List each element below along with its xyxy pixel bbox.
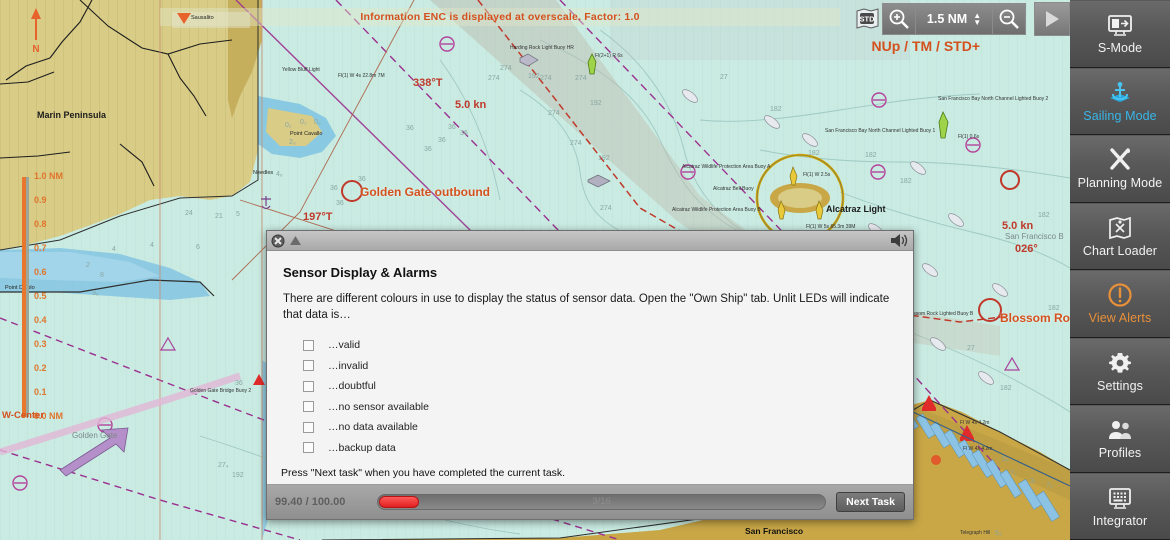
w-center-label: W-Center <box>2 410 44 421</box>
task-dialog[interactable]: Sensor Display & Alarms There are differ… <box>266 230 914 520</box>
dialog-title: Sensor Display & Alarms <box>283 265 897 280</box>
scale-ruler-tick: 0.2 <box>34 363 47 373</box>
scale-ruler-tick: 0.6 <box>34 267 47 277</box>
speaker-icon[interactable] <box>889 233 909 248</box>
scale-ruler-tick: 0.7 <box>34 243 47 253</box>
dialog-hint-text: Press "Next task" when you have complete… <box>267 465 913 485</box>
scale-ruler-tick: 1.0 NM <box>34 171 63 181</box>
sidebar-item-settings[interactable]: Settings <box>1070 338 1170 406</box>
checklist-label: …backup data <box>328 442 396 454</box>
alert-exclamation-icon <box>1107 282 1133 308</box>
dialog-description: There are different colours in use to di… <box>283 292 897 323</box>
sidebar-item-integrator[interactable]: Integrator <box>1070 473 1170 540</box>
ecdis-application: Information ENC is displayed at overscal… <box>0 0 1170 540</box>
orientation-mode-label: NUp / TM / STD+ <box>872 38 981 54</box>
checklist-row[interactable]: …no sensor available <box>283 401 897 413</box>
sidebar-item-label: Integrator <box>1093 514 1148 528</box>
profiles-people-icon <box>1107 417 1133 443</box>
dialog-footer: 99.40 / 100.00 3/16 Next Task <box>267 485 913 519</box>
checkbox[interactable] <box>303 422 314 433</box>
scale-ruler-tick: 0.8 <box>34 219 47 229</box>
sensor-status-checklist: …valid …invalid …doubtful …no sensor availa… <box>283 339 897 454</box>
checklist-label: …valid <box>328 339 360 351</box>
zoom-in-button[interactable] <box>882 3 916 35</box>
scale-ruler-bar-grey <box>26 177 29 417</box>
progress-step-text: 3/16 <box>378 495 825 509</box>
scale-ruler-tick: 0.5 <box>34 291 47 301</box>
north-arrow-icon: N <box>28 8 44 59</box>
s-mode-monitor-icon <box>1107 12 1133 38</box>
chart-loader-map-icon <box>1107 215 1133 241</box>
checklist-label: …no sensor available <box>328 401 429 413</box>
checklist-label: …doubtful <box>328 380 376 392</box>
sidebar-item-chart-loader[interactable]: Chart Loader <box>1070 203 1170 271</box>
sidebar-item-label: Chart Loader <box>1083 244 1157 258</box>
scale-ruler-tick: 0.4 <box>34 315 47 325</box>
gear-icon <box>1107 350 1133 376</box>
triangle-up-icon[interactable] <box>289 234 302 247</box>
sidebar-item-label: View Alerts <box>1089 311 1152 325</box>
checklist-row[interactable]: …valid <box>283 339 897 351</box>
scale-ruler-tick: 0.3 <box>34 339 47 349</box>
right-sidebar: S-Mode Sailing Mode Planning Mode Chart Loa… <box>1070 0 1170 540</box>
close-circle-x-icon[interactable] <box>271 234 285 248</box>
sidebar-item-label: Planning Mode <box>1078 176 1163 190</box>
sidebar-item-sailing-mode[interactable]: Sailing Mode <box>1070 68 1170 136</box>
planning-tools-icon <box>1107 147 1133 173</box>
checkbox[interactable] <box>303 360 314 371</box>
checklist-row[interactable]: …backup data <box>283 442 897 454</box>
chart-toolbar: STD 1.5 NM ▲▼ <box>852 2 1070 36</box>
chart-scale-selector[interactable]: 1.5 NM ▲▼ <box>916 3 992 35</box>
sidebar-item-label: Settings <box>1097 379 1143 393</box>
task-progress-bar[interactable]: 3/16 <box>377 494 826 510</box>
play-button[interactable] <box>1034 2 1070 36</box>
svg-text:STD: STD <box>860 15 876 24</box>
progress-score-text: 99.40 / 100.00 <box>275 496 367 508</box>
std-chart-icon[interactable]: STD <box>852 3 882 35</box>
scale-spinner-icon[interactable]: ▲▼ <box>973 12 981 26</box>
sailing-anchor-icon <box>1107 80 1133 106</box>
overscale-warning-banner: Information ENC is displayed at overscal… <box>160 8 840 26</box>
zoom-out-button[interactable] <box>992 3 1026 35</box>
checkbox[interactable] <box>303 442 314 453</box>
checklist-row[interactable]: …invalid <box>283 360 897 372</box>
sidebar-item-label: Sailing Mode <box>1083 109 1156 123</box>
checkbox[interactable] <box>303 340 314 351</box>
checklist-row[interactable]: …no data available <box>283 421 897 433</box>
checklist-label: …no data available <box>328 421 418 433</box>
sidebar-item-planning-mode[interactable]: Planning Mode <box>1070 135 1170 203</box>
scale-ruler: 1.0 NM0.90.80.70.60.50.40.30.20.10.0 NM <box>16 172 72 422</box>
sidebar-item-view-alerts[interactable]: View Alerts <box>1070 270 1170 338</box>
checklist-row[interactable]: …doubtful <box>283 380 897 392</box>
sidebar-item-profiles[interactable]: Profiles <box>1070 405 1170 473</box>
next-task-button[interactable]: Next Task <box>836 492 905 512</box>
scale-ruler-tick: 0.1 <box>34 387 47 397</box>
sidebar-item-label: S-Mode <box>1098 41 1142 55</box>
checkbox[interactable] <box>303 401 314 412</box>
sidebar-item-s-mode[interactable]: S-Mode <box>1070 0 1170 68</box>
scale-ruler-tick: 0.9 <box>34 195 47 205</box>
checklist-label: …invalid <box>328 360 368 372</box>
checkbox[interactable] <box>303 381 314 392</box>
integrator-grid-icon <box>1107 485 1133 511</box>
sidebar-item-label: Profiles <box>1099 446 1141 460</box>
chart-scale-value: 1.5 NM <box>927 12 967 26</box>
dialog-titlebar[interactable] <box>267 231 913 251</box>
dialog-body: Sensor Display & Alarms There are differ… <box>267 251 913 465</box>
svg-text:N: N <box>32 44 39 54</box>
